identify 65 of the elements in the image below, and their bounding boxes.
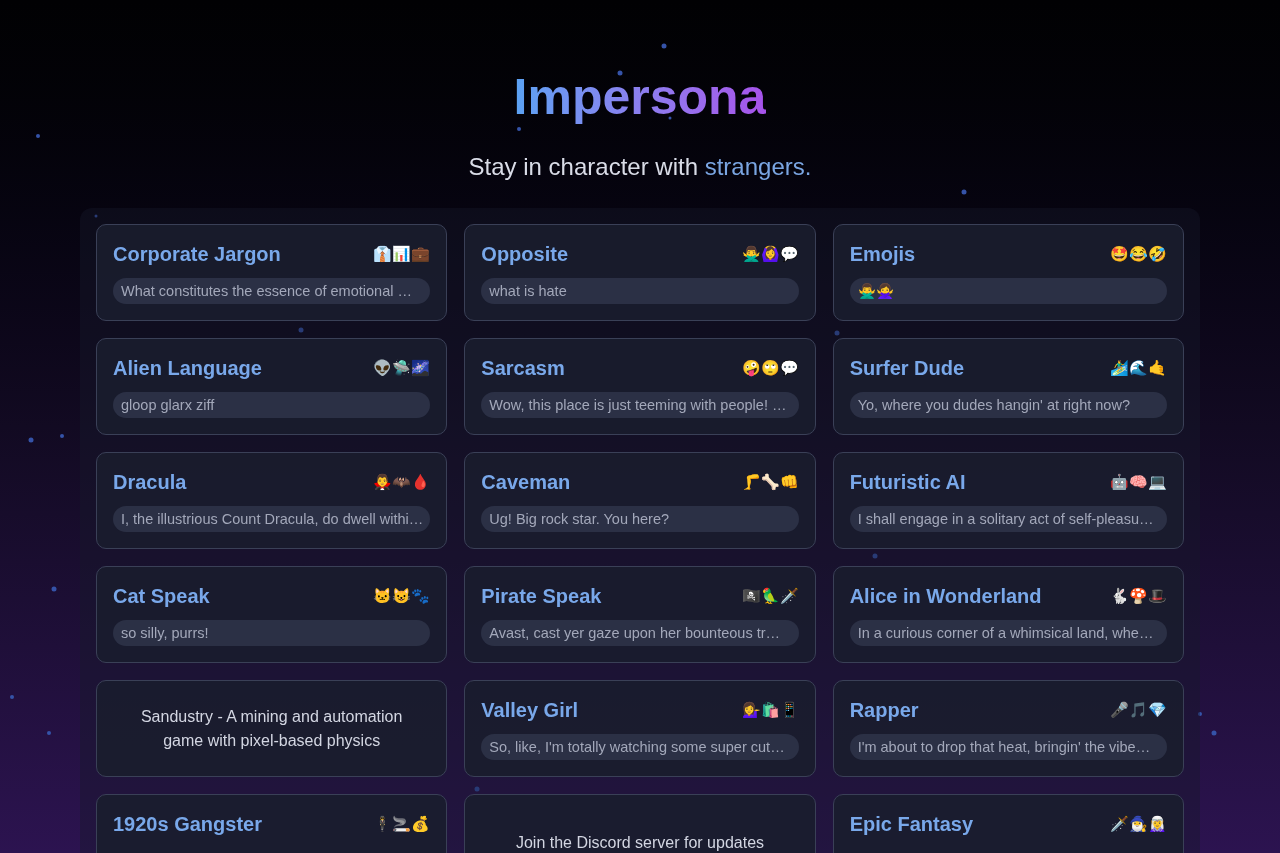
persona-emojis: 🏄‍♂🌊🤙 (1110, 358, 1167, 378)
persona-card[interactable]: Caveman 🦵🦴👊 Ug! Big rock star. You here? (464, 452, 816, 549)
persona-emojis: 🦵🦴👊 (741, 472, 799, 492)
persona-title: Sarcasm (481, 356, 565, 381)
promo-card[interactable]: Join the Discord server for updates (464, 794, 816, 853)
persona-title: Epic Fantasy (849, 812, 974, 837)
persona-emojis: 🤪🙄💬 (741, 358, 799, 378)
persona-title: Alien Language (113, 356, 262, 381)
persona-card[interactable]: Corporate Jargon 👔📊💼 What constitutes the essence of emotional … (96, 224, 448, 321)
persona-emojis: 🤖🧠💻 (1110, 472, 1167, 492)
message-preview: What constitutes the essence of emotional … (113, 278, 431, 304)
message-preview: In a curious corner of a whimsical land, whe… (849, 620, 1167, 646)
persona-card[interactable]: Epic Fantasy 🗡🧙‍♂🧝‍♀ (832, 794, 1184, 853)
message-preview: Ug! Big rock star. You here? (481, 506, 799, 532)
persona-emojis: 🐇🍄🎩 (1110, 586, 1167, 606)
persona-card[interactable]: Cat Speak 🐱😺🐾 so silly, purrs! (96, 566, 448, 663)
persona-title: Valley Girl (481, 698, 579, 723)
message-preview: 🙅‍♂🙅‍♀ (849, 278, 1167, 304)
persona-card[interactable]: Sarcasm 🤪🙄💬 Wow, this place is just teeming with people! … (464, 338, 816, 435)
persona-emojis: 🤩😂🤣 (1110, 244, 1167, 264)
persona-title: Opposite (481, 242, 568, 267)
promo-card[interactable]: Sandustry - A mining and automation game with pixel-based physics (96, 680, 448, 777)
persona-emojis: 🗡🧙‍♂🧝‍♀ (1110, 814, 1167, 834)
persona-title: Corporate Jargon (113, 242, 281, 267)
persona-emojis: 🙅‍♂🙆‍♀💬 (741, 244, 799, 264)
message-preview: So, like, I'm totally watching some super cut… (481, 734, 799, 760)
persona-title: 1920s Gangster (113, 812, 262, 837)
message-preview: Yo, where you dudes hangin' at right now? (849, 392, 1167, 418)
persona-title: Alice in Wonderland (849, 584, 1042, 609)
persona-title: Cat Speak (113, 584, 210, 609)
persona-emojis: 🐱😺🐾 (373, 586, 431, 606)
message-preview: I'm about to drop that heat, bringin' the vibe… (849, 734, 1167, 760)
persona-emojis: 💁‍♀🛍📱 (741, 700, 799, 720)
persona-card[interactable]: Surfer Dude 🏄‍♂🌊🤙 Yo, where you dudes hangin' at right now? (832, 338, 1184, 435)
persona-emojis: 🕴🚬💰 (373, 814, 431, 834)
persona-emojis: 🧛‍♂🦇🩸 (373, 472, 431, 492)
persona-card[interactable]: Emojis 🤩😂🤣 🙅‍♂🙅‍♀ (832, 224, 1184, 321)
persona-card[interactable]: 1920s Gangster 🕴🚬💰 (96, 794, 448, 853)
persona-title: Surfer Dude (849, 356, 965, 381)
persona-card[interactable]: Opposite 🙅‍♂🙆‍♀💬 what is hate (464, 224, 816, 321)
persona-title: Pirate Speak (481, 584, 602, 609)
persona-title: Rapper (849, 698, 919, 723)
message-preview: gloop glarx ziff (113, 392, 431, 418)
persona-card[interactable]: Pirate Speak 🏴‍☠🦜🗡 Avast, cast yer gaze upon her bounteous tr… (464, 566, 816, 663)
persona-card[interactable]: Futuristic AI 🤖🧠💻 I shall engage in a solitary act of self-pleasu… (832, 452, 1184, 549)
message-preview: I, the illustrious Count Dracula, do dwell withi… (113, 506, 431, 532)
message-preview: Wow, this place is just teeming with people! … (481, 392, 799, 418)
message-preview: so silly, purrs! (113, 620, 431, 646)
persona-card[interactable]: Alien Language 👽🛸🌌 gloop glarx ziff (96, 338, 448, 435)
persona-card[interactable]: Dracula 🧛‍♂🦇🩸 I, the illustrious Count Dracula, do dwell withi… (96, 452, 448, 549)
persona-emojis: 👔📊💼 (373, 244, 431, 264)
persona-title: Dracula (113, 470, 187, 495)
app-subtitle: Stay in character with strangers. (468, 152, 812, 182)
persona-card[interactable]: Rapper 🎤🎵💎 I'm about to drop that heat, bringin' the vibe… (832, 680, 1184, 777)
persona-emojis: 🏴‍☠🦜🗡 (741, 586, 799, 606)
persona-card[interactable]: Valley Girl 💁‍♀🛍📱 So, like, I'm totally watching some super cut… (464, 680, 816, 777)
persona-emojis: 🎤🎵💎 (1110, 700, 1167, 720)
persona-emojis: 👽🛸🌌 (373, 358, 431, 378)
persona-card[interactable]: Alice in Wonderland 🐇🍄🎩 In a curious corner of a whimsical land, whe… (832, 566, 1184, 663)
persona-title: Emojis (849, 242, 916, 267)
message-preview: Avast, cast yer gaze upon her bounteous tr… (481, 620, 799, 646)
message-preview: what is hate (481, 278, 799, 304)
persona-title: Futuristic AI (849, 470, 966, 495)
persona-title: Caveman (481, 470, 571, 495)
message-preview: I shall engage in a solitary act of self-pleasu… (849, 506, 1167, 532)
